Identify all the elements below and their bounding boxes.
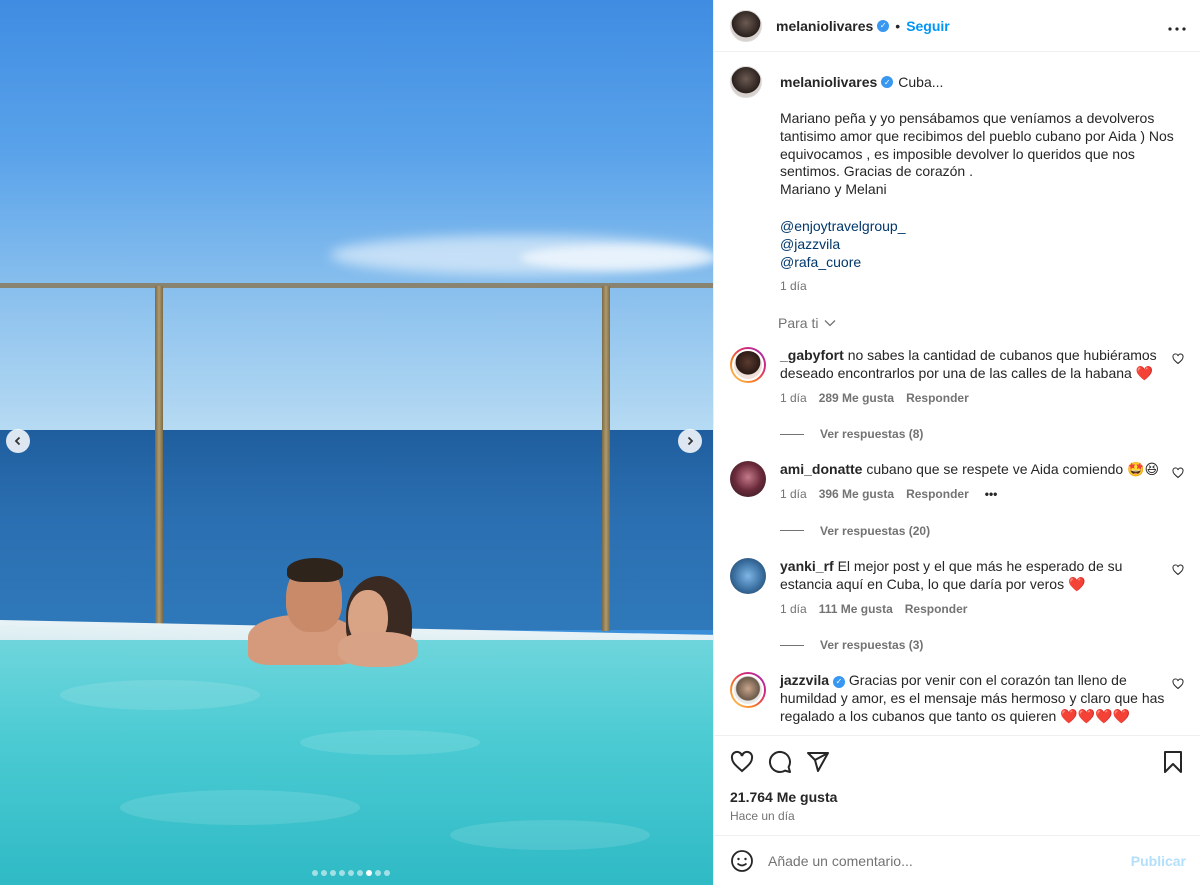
avatar[interactable] — [730, 557, 766, 594]
heart-icon[interactable] — [1172, 678, 1184, 690]
comment-input[interactable] — [768, 852, 1131, 869]
comment-time[interactable]: 1 día — [780, 601, 807, 619]
caption-title: Cuba... — [898, 74, 944, 90]
comment-likes[interactable]: 396 Me gusta — [819, 486, 894, 504]
carousel-dot — [348, 870, 354, 876]
avatar[interactable] — [730, 346, 766, 383]
comment-username[interactable]: ami_donatte — [780, 461, 862, 477]
carousel-dot — [366, 870, 372, 876]
carousel-indicator — [312, 870, 390, 876]
bookmark-icon[interactable] — [1162, 750, 1184, 774]
carousel-prev-button[interactable] — [6, 429, 30, 453]
view-replies-button[interactable]: Ver respuestas (3) — [780, 638, 1184, 652]
carousel-dot — [321, 870, 327, 876]
chevron-right-icon — [687, 436, 694, 446]
carousel-next-button[interactable] — [678, 429, 702, 453]
para-ti-dropdown[interactable]: Para ti — [778, 315, 1184, 331]
follow-button[interactable]: Seguir — [906, 18, 950, 34]
post-panel: melaniolivares ✓ • Seguir melaniolivares… — [713, 0, 1200, 885]
comment-likes[interactable]: 289 Me gusta — [819, 390, 894, 408]
view-replies-label: Ver respuestas (3) — [820, 638, 924, 653]
carousel-dot — [384, 870, 390, 876]
view-replies-button[interactable]: Ver respuestas (8) — [780, 427, 1184, 441]
separator: • — [895, 17, 901, 34]
comment: _gabyfort no sabes la cantidad de cubano… — [730, 346, 1184, 408]
comment-username[interactable]: jazzvila — [780, 672, 829, 688]
post-media[interactable] — [0, 0, 713, 885]
verified-badge-icon: ✓ — [877, 19, 890, 32]
avatar[interactable] — [730, 9, 762, 42]
avatar[interactable] — [730, 66, 762, 98]
comment-emoji: ❤️ — [1067, 575, 1086, 592]
reply-button[interactable]: Responder — [906, 390, 969, 408]
comment-emoji: 🤩😆 — [1127, 461, 1160, 478]
photo-railing-post — [155, 286, 163, 631]
comment: yanki_rf El mejor post y el que más he e… — [730, 557, 1184, 619]
emoji-icon[interactable] — [730, 849, 754, 873]
post-caption: melaniolivares ✓ Cuba... Mariano peña y … — [730, 66, 1184, 293]
caption-text: Mariano peña y yo pensábamos que veníamo… — [780, 110, 1174, 198]
comments-scroll[interactable]: melaniolivares ✓ Cuba... Mariano peña y … — [714, 52, 1200, 735]
carousel-dot — [312, 870, 318, 876]
comment-time[interactable]: 1 día — [780, 486, 807, 504]
photo-person — [287, 558, 343, 582]
comment-username[interactable]: _gabyfort — [780, 347, 844, 363]
post-actions — [714, 735, 1200, 787]
likes-count[interactable]: 21.764 Me gusta — [714, 787, 1200, 805]
carousel-dot — [339, 870, 345, 876]
carousel-dot — [357, 870, 363, 876]
chevron-left-icon — [14, 436, 21, 446]
avatar[interactable] — [730, 672, 766, 709]
verified-badge-icon: ✓ — [881, 76, 894, 88]
comment-text: cubano que se respete ve Aida comiendo — [866, 461, 1124, 478]
photo-person — [338, 632, 418, 667]
comment: jazzvila ✓ Gracias por venir con el coraz… — [730, 672, 1184, 725]
caption-time[interactable]: 1 día — [780, 279, 1176, 293]
comment-emoji: ❤️ — [1135, 364, 1154, 381]
comment-icon[interactable] — [768, 750, 792, 774]
photo-pool — [0, 640, 713, 885]
view-replies-label: Ver respuestas (20) — [820, 523, 931, 538]
comment-time[interactable]: 1 día — [780, 390, 807, 408]
photo-cloud — [520, 245, 713, 270]
heart-icon[interactable] — [730, 750, 754, 774]
reply-button[interactable]: Responder — [906, 486, 969, 504]
heart-icon[interactable] — [1172, 564, 1184, 576]
comment-composer: Publicar — [714, 835, 1200, 885]
more-options-button[interactable] — [1168, 15, 1186, 36]
carousel-dot — [330, 870, 336, 876]
heart-icon[interactable] — [1172, 353, 1184, 365]
verified-badge-icon: ✓ — [833, 675, 846, 688]
mention-link[interactable]: @jazzvila — [780, 235, 1176, 253]
post-username[interactable]: melaniolivares — [776, 18, 873, 34]
post-header: melaniolivares ✓ • Seguir — [714, 0, 1200, 52]
reply-button[interactable]: Responder — [905, 601, 968, 619]
post-time[interactable]: Hace un día — [714, 805, 1200, 835]
mention-link[interactable]: @rafa_cuore — [780, 253, 1176, 271]
carousel-dot — [375, 870, 381, 876]
mention-link[interactable]: @enjoytravelgroup_ — [780, 217, 1176, 235]
caption-username[interactable]: melaniolivares — [780, 74, 877, 90]
avatar[interactable] — [730, 461, 766, 498]
chevron-down-icon — [825, 320, 836, 327]
comment-likes[interactable]: 111 Me gusta — [819, 601, 893, 619]
share-icon[interactable] — [806, 750, 830, 774]
view-replies-label: Ver respuestas (8) — [820, 427, 924, 442]
para-ti-label: Para ti — [778, 314, 819, 331]
comment-username[interactable]: yanki_rf — [780, 558, 834, 574]
comment-emoji: ❤️❤️❤️❤️ — [1060, 707, 1130, 724]
photo-railing-post — [602, 286, 610, 631]
view-replies-button[interactable]: Ver respuestas (20) — [780, 524, 1184, 538]
heart-icon[interactable] — [1172, 467, 1184, 479]
comment: ami_donatte cubano que se respete ve Aid… — [730, 461, 1184, 504]
more-horizontal-icon — [1168, 27, 1186, 31]
comment-options-button[interactable]: ••• — [985, 486, 998, 504]
publish-button[interactable]: Publicar — [1131, 853, 1186, 869]
